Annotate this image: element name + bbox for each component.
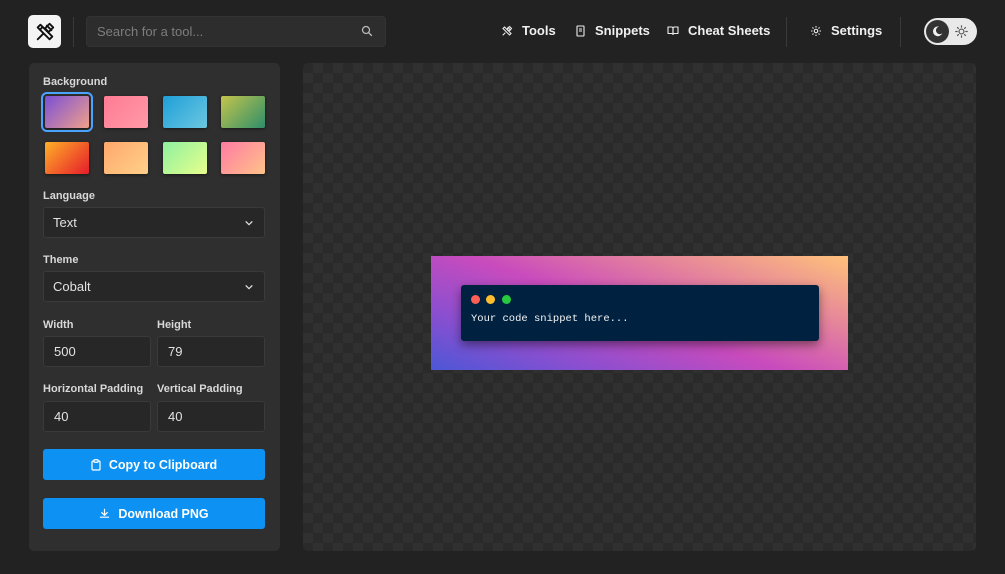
width-input[interactable] — [43, 336, 151, 367]
background-swatch[interactable] — [221, 142, 265, 174]
code-window: Your code snippet here... — [461, 285, 819, 341]
nav-cheat-sheets-label: Cheat Sheets — [688, 23, 771, 38]
copy-button-label: Copy to Clipboard — [108, 457, 218, 472]
nav-settings-label: Settings — [831, 23, 883, 38]
nav-cheat-sheets[interactable]: Cheat Sheets — [667, 23, 770, 38]
clipboard-icon — [91, 458, 101, 471]
window-maximize-dot — [502, 295, 511, 304]
width-label: Width — [43, 319, 74, 331]
window-close-dot — [471, 295, 480, 304]
snippet-canvas: Your code snippet here... — [431, 256, 848, 370]
download-png-button[interactable]: Download PNG — [43, 498, 265, 529]
height-label: Height — [157, 319, 192, 331]
download-icon — [100, 508, 110, 518]
background-swatch[interactable] — [104, 142, 148, 174]
background-swatch[interactable] — [163, 96, 207, 128]
settings-sidebar: Background Language Text Theme Cobalt Wi… — [29, 63, 280, 551]
background-swatch[interactable] — [104, 96, 148, 128]
nav-snippets[interactable]: Snippets — [575, 23, 650, 38]
header-divider-2 — [786, 17, 787, 47]
language-select[interactable]: Text — [43, 207, 265, 238]
theme-toggle[interactable] — [924, 18, 977, 45]
horizontal-padding-input[interactable] — [43, 401, 151, 432]
background-swatch[interactable] — [221, 96, 265, 128]
preview-area: Your code snippet here... — [303, 63, 976, 551]
horizontal-padding-label: Horizontal Padding — [43, 383, 144, 395]
snippets-icon — [576, 24, 585, 37]
chevron-down-icon — [245, 220, 253, 226]
search-input[interactable] — [97, 24, 361, 39]
book-icon — [667, 26, 679, 36]
vertical-padding-input[interactable] — [157, 401, 265, 432]
sun-icon — [949, 25, 973, 38]
download-button-label: Download PNG — [118, 506, 209, 521]
vertical-padding-label: Vertical Padding — [157, 383, 243, 395]
tools-icon — [502, 25, 513, 36]
theme-value: Cobalt — [53, 279, 91, 294]
header-divider — [73, 17, 74, 47]
window-minimize-dot — [486, 295, 495, 304]
background-swatch[interactable] — [41, 92, 93, 132]
background-swatch[interactable] — [45, 142, 89, 174]
theme-label: Theme — [43, 254, 79, 266]
nav-tools[interactable]: Tools — [501, 23, 556, 38]
tools-logo-icon — [36, 22, 54, 40]
app-logo[interactable] — [28, 15, 61, 48]
gear-icon — [811, 25, 821, 36]
background-swatch[interactable] — [163, 142, 207, 174]
chevron-down-icon — [245, 284, 253, 290]
header-divider-3 — [900, 17, 901, 47]
nav-settings[interactable]: Settings — [810, 23, 882, 38]
nav-snippets-label: Snippets — [595, 23, 650, 38]
theme-select[interactable]: Cobalt — [43, 271, 265, 302]
code-snippet-text: Your code snippet here... — [471, 313, 629, 325]
copy-to-clipboard-button[interactable]: Copy to Clipboard — [43, 449, 265, 480]
search-bar[interactable] — [86, 16, 386, 47]
nav-tools-label: Tools — [522, 23, 556, 38]
height-input[interactable] — [157, 336, 265, 367]
language-value: Text — [53, 215, 77, 230]
language-label: Language — [43, 190, 95, 202]
search-icon[interactable] — [361, 25, 375, 39]
moon-icon — [926, 20, 949, 43]
background-label: Background — [43, 76, 108, 88]
